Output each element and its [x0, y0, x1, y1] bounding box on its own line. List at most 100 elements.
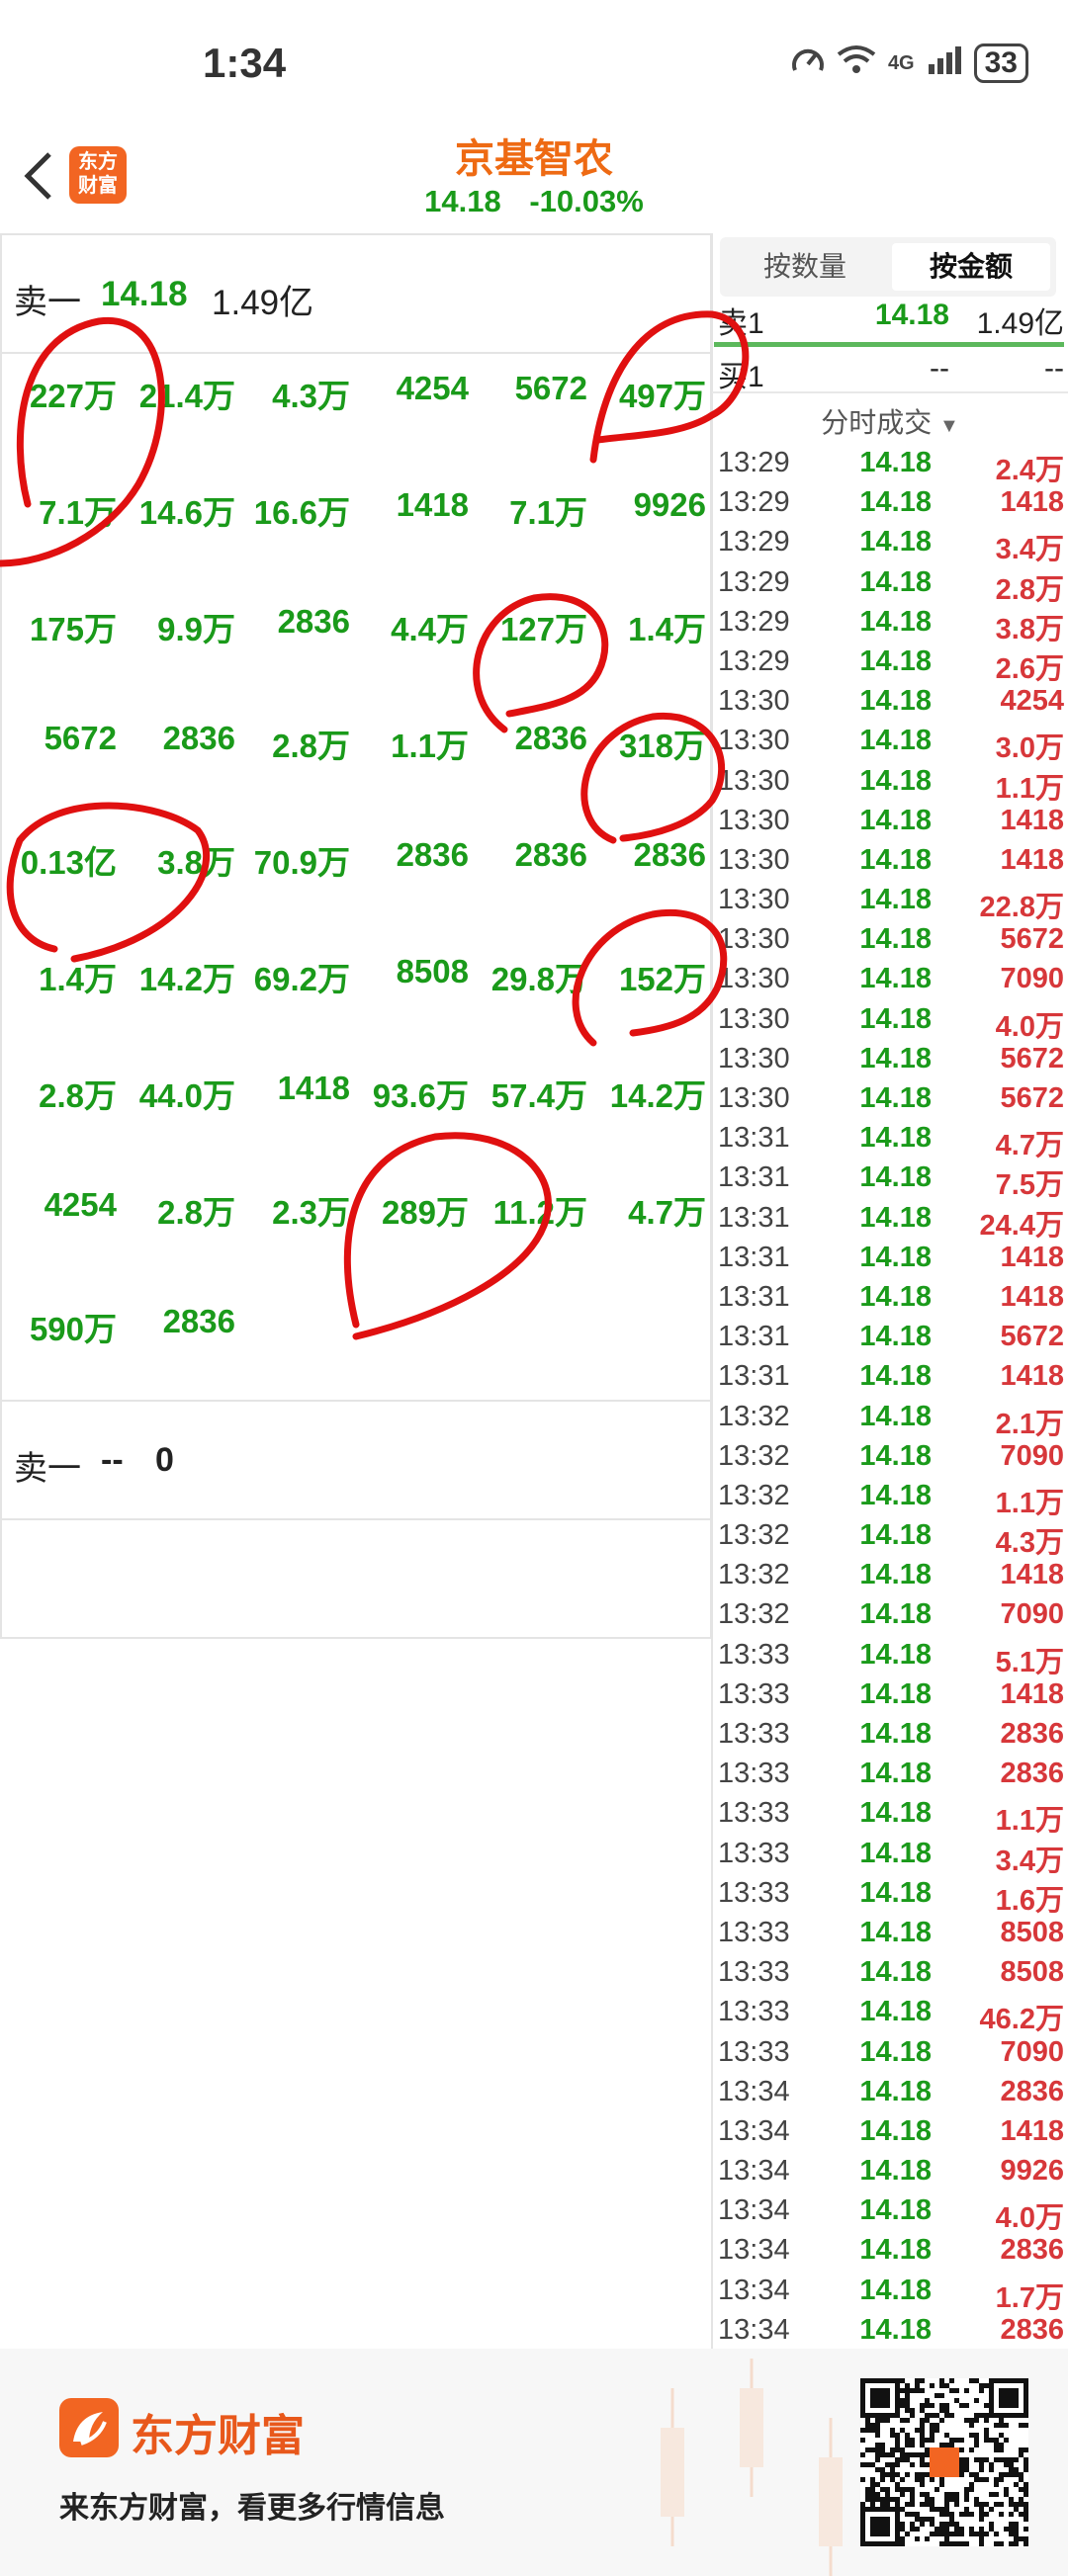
tick-amount: 1418: [1000, 486, 1064, 519]
tick-row: 13:29 14.18 2.6万: [712, 642, 1068, 685]
tick-row: 13:32 14.18 1.1万: [712, 1476, 1068, 1519]
tick-price: 14.18: [859, 1718, 932, 1750]
order-queue-panel: 卖一 14.18 1.49亿 227万 21.4万 4.3万 4254 5672 497万…: [0, 233, 712, 1639]
tick-time: 13:29: [718, 605, 790, 638]
order-cell: 14.6万: [138, 494, 235, 531]
tick-row: 13:29 14.18 2.8万: [712, 562, 1068, 606]
tick-price: 14.18: [859, 963, 932, 995]
order-cell: 2.8万: [157, 1194, 235, 1231]
order-cell: 1.1万: [391, 728, 469, 764]
order-cell: 2836: [162, 720, 235, 756]
ask-one-price: 14.18: [874, 299, 949, 331]
tick-row: 13:33 14.18 1.6万: [712, 1873, 1068, 1917]
tick-time: 13:31: [718, 1201, 790, 1234]
tick-price: 14.18: [859, 923, 932, 956]
tick-time: 13:30: [718, 963, 790, 995]
tick-amount: 2836: [1000, 2075, 1064, 2107]
tick-price: 14.18: [859, 1479, 932, 1511]
tick-row: 13:33 14.18 2836: [712, 1754, 1068, 1793]
tick-price: 14.18: [859, 1360, 932, 1393]
ticks-header-label: 分时成交: [821, 407, 933, 438]
battery-indicator: 33: [973, 43, 1028, 83]
buy-one-row: 卖一 -- 0: [2, 1402, 710, 1520]
tick-time: 13:31: [718, 1122, 790, 1155]
tick-time: 13:31: [718, 1161, 790, 1194]
tick-amount: 5672: [1000, 923, 1064, 956]
order-cell: 1.4万: [628, 611, 706, 647]
tick-row: 13:30 14.18 22.8万: [712, 880, 1068, 923]
tick-row: 13:31 14.18 24.4万: [712, 1198, 1068, 1242]
order-cell: 0.13亿: [20, 844, 117, 881]
bid-one-price: --: [930, 352, 949, 385]
tick-row: 13:30 14.18 7090: [712, 959, 1068, 998]
footer-banner[interactable]: 东方财富 来东方财富，看更多行情信息: [0, 2349, 1068, 2576]
tick-amount: 1418: [1000, 1360, 1064, 1393]
tick-row: 13:33 14.18 7090: [712, 2032, 1068, 2072]
tick-row: 13:30 14.18 1.1万: [712, 761, 1068, 805]
tick-price: 14.18: [859, 725, 932, 757]
tick-time: 13:30: [718, 764, 790, 797]
tick-price: 14.18: [859, 1837, 932, 1869]
tick-amount: 8508: [1000, 1956, 1064, 1989]
tick-price: 14.18: [859, 1677, 932, 1710]
tick-amount: 2836: [1000, 2313, 1064, 2346]
order-cell: 69.2万: [253, 961, 350, 997]
bid-one-label: 买1: [718, 361, 764, 393]
tick-row: 13:29 14.18 1418: [712, 482, 1068, 522]
tick-time: 13:29: [718, 644, 790, 677]
tick-price: 14.18: [859, 1241, 932, 1273]
tick-amount: 1418: [1000, 1677, 1064, 1710]
tick-price: 14.18: [859, 1797, 932, 1830]
tick-price: 14.18: [859, 644, 932, 677]
tick-price: 14.18: [859, 1638, 932, 1671]
tick-row: 13:32 14.18 7090: [712, 1436, 1068, 1476]
tick-row: 13:29 14.18 3.8万: [712, 602, 1068, 645]
tick-row: 13:31 14.18 1418: [712, 1238, 1068, 1277]
ticks-header[interactable]: 分时成交 ▼: [712, 401, 1068, 441]
tick-row: 13:33 14.18 8508: [712, 1952, 1068, 1992]
tick-time: 13:30: [718, 685, 790, 718]
tick-time: 13:32: [718, 1400, 790, 1432]
tick-time: 13:30: [718, 1002, 790, 1035]
tick-time: 13:33: [718, 1718, 790, 1750]
tick-amount: 1418: [1000, 1559, 1064, 1591]
tick-price: 14.18: [859, 2274, 932, 2306]
tick-time: 13:31: [718, 1321, 790, 1353]
tick-row: 13:31 14.18 7.5万: [712, 1158, 1068, 1201]
tick-time: 13:33: [718, 1916, 790, 1948]
tick-time: 13:31: [718, 1280, 790, 1313]
tick-row: 13:32 14.18 1418: [712, 1555, 1068, 1594]
tick-time: 13:30: [718, 1082, 790, 1114]
footer-tagline: 来东方财富，看更多行情信息: [59, 2492, 445, 2525]
tick-time: 13:29: [718, 486, 790, 519]
tab-by-amount[interactable]: 按金额: [892, 243, 1050, 291]
tick-price: 14.18: [859, 884, 932, 916]
sell-one-price: 14.18: [101, 275, 188, 313]
tick-price: 14.18: [859, 1439, 932, 1472]
brand-name: 东方财富: [131, 2412, 305, 2460]
order-cell: 9.9万: [157, 611, 235, 647]
tick-price: 14.18: [859, 2234, 932, 2267]
tick-time: 13:33: [718, 1758, 790, 1790]
order-cell: 318万: [618, 728, 706, 764]
order-cell: 21.4万: [138, 378, 235, 414]
tick-time: 13:34: [718, 2155, 790, 2188]
ask-one-amount: 1.49亿: [976, 307, 1064, 340]
tick-price: 14.18: [859, 685, 932, 718]
tab-by-volume[interactable]: 按数量: [726, 243, 884, 291]
bid-one-amount: --: [1044, 352, 1064, 385]
tick-row: 13:34 14.18 9926: [712, 2151, 1068, 2190]
row-divider: [712, 391, 1068, 393]
tick-time: 13:32: [718, 1479, 790, 1511]
tick-row: 13:31 14.18 4.7万: [712, 1118, 1068, 1161]
tick-row: 13:33 14.18 1418: [712, 1674, 1068, 1714]
buy-one-label: 卖一: [14, 1450, 81, 1488]
tick-amount: 4254: [1000, 685, 1064, 718]
bid-one-row: 买1 -- --: [712, 346, 1068, 393]
tick-time: 13:30: [718, 1042, 790, 1074]
order-cell: 175万: [29, 611, 117, 647]
order-cell: 497万: [618, 378, 706, 414]
qr-code-icon: [860, 2378, 1028, 2546]
tick-row: 13:32 14.18 4.3万: [712, 1515, 1068, 1559]
tick-price: 14.18: [859, 1042, 932, 1074]
